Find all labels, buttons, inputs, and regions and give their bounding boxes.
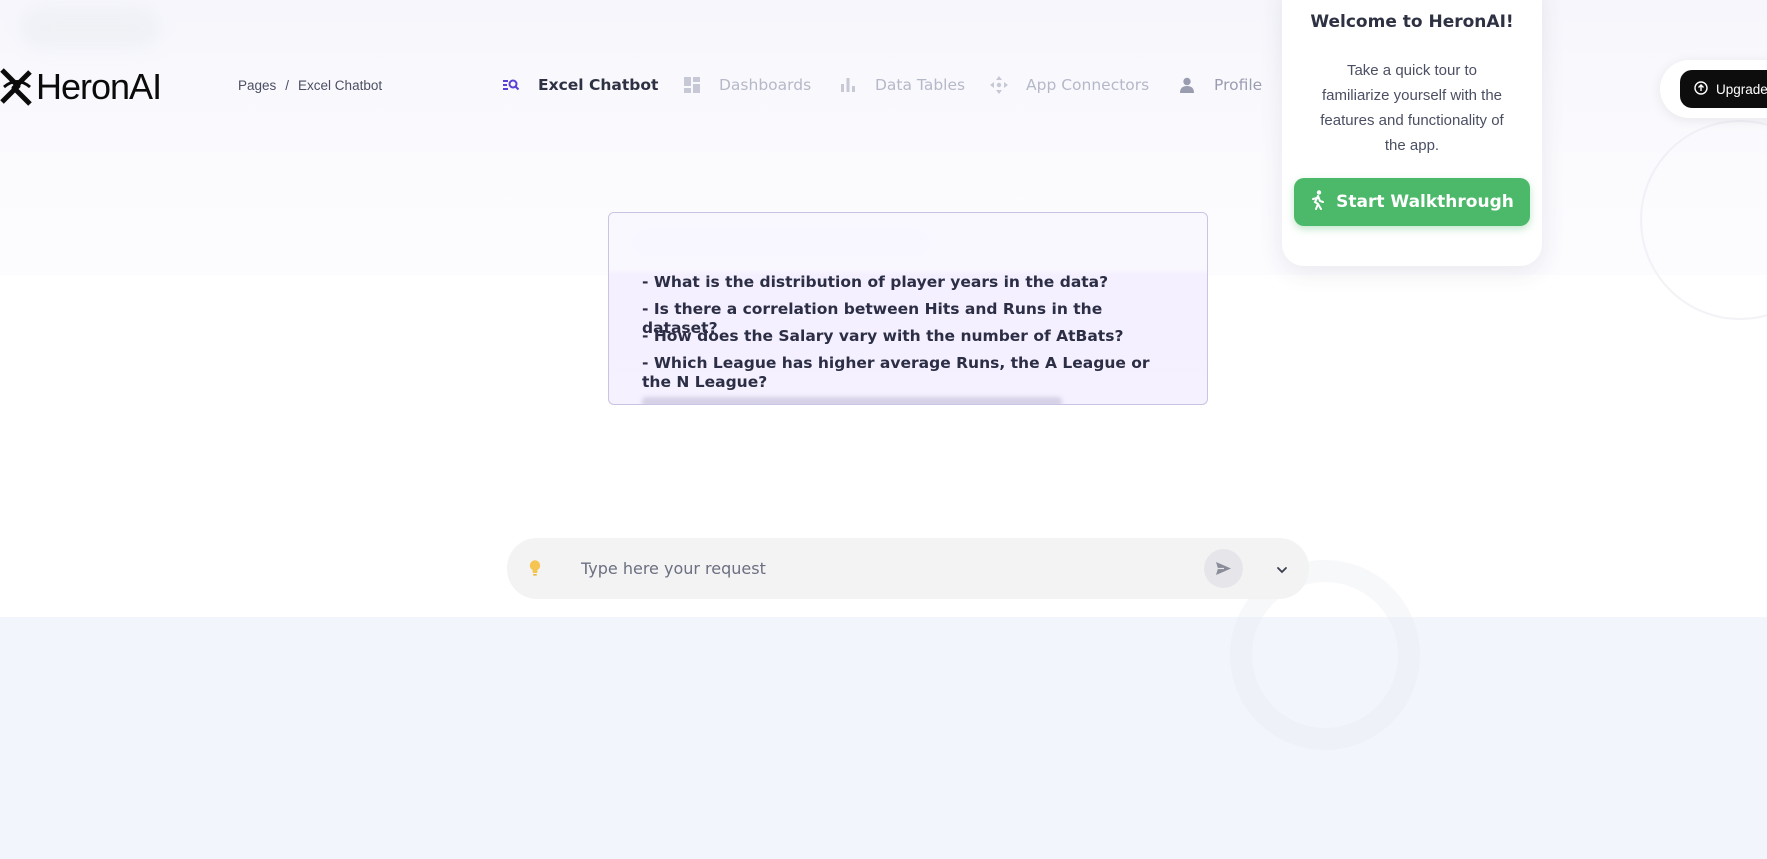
nav-label: Data Tables xyxy=(875,76,966,94)
nav-label: App Connectors xyxy=(1026,76,1150,94)
suggested-questions-card: - What is the distribution of player yea… xyxy=(608,212,1208,405)
nav-label: Profile xyxy=(1214,76,1263,94)
breadcrumb-current: Excel Chatbot xyxy=(298,78,383,93)
walking-person-icon xyxy=(1310,189,1326,215)
card-overlay xyxy=(609,213,1207,275)
nav-item-excel-chatbot[interactable]: Excel Chatbot xyxy=(502,76,658,94)
suggestion-item-clipped xyxy=(642,397,1062,404)
nav-item-data-tables[interactable]: Data Tables xyxy=(839,76,965,94)
breadcrumb-root[interactable]: Pages xyxy=(238,78,276,93)
brand-logo[interactable]: HeronAI xyxy=(0,66,162,108)
heron-logo-icon xyxy=(0,68,32,106)
start-walkthrough-button[interactable]: Start Walkthrough xyxy=(1294,178,1530,226)
nav-item-profile[interactable]: Profile xyxy=(1178,76,1262,94)
suggestion-item[interactable]: - How does the Salary vary with the numb… xyxy=(642,327,1162,346)
send-icon xyxy=(1216,562,1231,575)
upload-circle-icon xyxy=(1694,80,1708,98)
lightbulb-icon[interactable] xyxy=(528,559,544,579)
nav-label: Dashboards xyxy=(719,76,812,94)
chat-request-input[interactable] xyxy=(581,555,1181,581)
breadcrumb: Pages / Excel Chatbot xyxy=(238,78,382,93)
user-icon xyxy=(1178,76,1196,94)
move-arrows-icon xyxy=(990,76,1008,94)
tour-description: Take a quick tour to familiarize yoursel… xyxy=(1320,62,1504,154)
nav-item-dashboards[interactable]: Dashboards xyxy=(683,76,811,94)
blurred-region xyxy=(20,8,160,48)
chat-input-bar xyxy=(507,538,1309,599)
nav-label: Excel Chatbot xyxy=(538,76,659,94)
suggestion-item[interactable]: - What is the distribution of player yea… xyxy=(642,273,1162,292)
upgrade-button[interactable]: Upgrade xyxy=(1680,70,1767,108)
chatbot-search-icon xyxy=(502,76,520,94)
upgrade-label: Upgrade xyxy=(1716,81,1767,97)
bar-chart-icon xyxy=(839,76,857,94)
dashboard-grid-icon xyxy=(683,76,701,94)
nav-item-app-connectors[interactable]: App Connectors xyxy=(990,76,1149,94)
welcome-tour-popup: Welcome to HeronAI! Take a quick tour to… xyxy=(1282,0,1542,266)
chevron-down-icon[interactable] xyxy=(1276,561,1290,575)
brand-name: HeronAI xyxy=(36,66,162,107)
start-walkthrough-label: Start Walkthrough xyxy=(1336,192,1514,212)
send-button[interactable] xyxy=(1204,549,1243,588)
breadcrumb-separator: / xyxy=(285,78,290,93)
suggestion-item[interactable]: - Which League has higher average Runs, … xyxy=(642,354,1162,392)
tour-title: Welcome to HeronAI! xyxy=(1310,12,1514,32)
